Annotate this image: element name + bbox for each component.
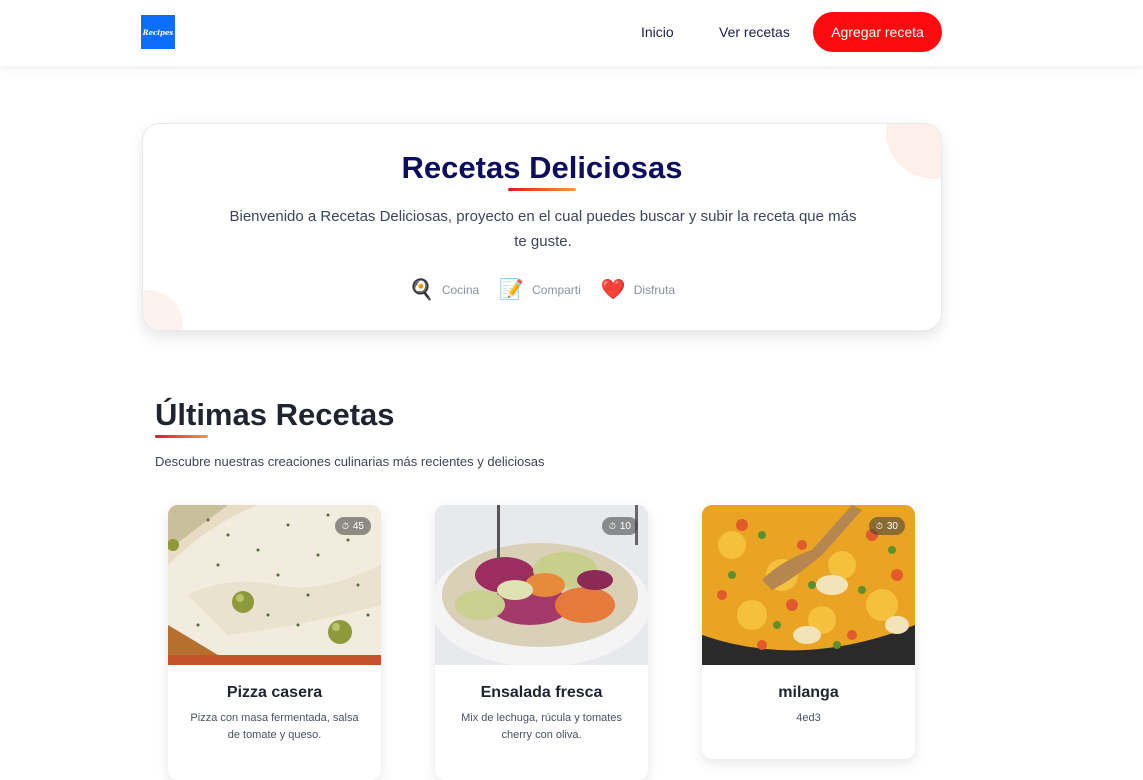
recipe-card[interactable]: ⏱ 45 Pizza casera Pizza con masa ferment…	[168, 505, 381, 780]
recipe-title[interactable]: Ensalada fresca	[435, 684, 648, 702]
memo-icon: 📝	[499, 279, 525, 301]
frying-pan-icon: 🍳	[408, 279, 434, 301]
nav-link-ver-recetas[interactable]: Ver recetas	[719, 24, 790, 40]
feature-disfruta: ❤️ Disfruta	[601, 278, 675, 302]
hero-title: Recetas Deliciosas	[401, 150, 683, 185]
recipe-image-pizza: ⏱ 45	[168, 505, 381, 665]
time-badge: ⏱ 10	[601, 517, 638, 535]
recipe-description: Pizza con masa fermentada, salsa de toma…	[190, 712, 359, 741]
recipe-card[interactable]: ⏱ 10 Ensalada fresca Mix de lechuga, rúc…	[435, 505, 648, 780]
section-subtitle: Descubre nuestras creaciones culinarias …	[155, 454, 545, 469]
recipe-card[interactable]: ⏱ 30 milanga 4ed3	[702, 505, 915, 759]
recipe-title[interactable]: milanga	[702, 684, 915, 702]
hero-description: Bienvenido a Recetas Deliciosas, proyect…	[229, 208, 857, 250]
logo[interactable]: Recipes	[141, 15, 175, 49]
time-value: 30	[886, 520, 898, 532]
feature-label: Cocina	[441, 283, 480, 297]
section-title: Últimas Recetas	[155, 397, 395, 432]
recipe-title[interactable]: Pizza casera	[168, 684, 381, 702]
feature-label: Comparti	[532, 283, 581, 297]
navbar: Recipes Inicio Ver recetas Agregar recet…	[0, 0, 1143, 66]
hero-features: 🍳 Cocina 📝 Comparti ❤️ Disfruta	[143, 278, 941, 302]
time-badge: ⏱ 45	[334, 517, 371, 535]
feature-comparti: 📝 Comparti	[499, 278, 581, 302]
time-value: 45	[352, 520, 364, 532]
clock-icon: ⏱	[341, 520, 349, 531]
recipe-image-milanga: ⏱ 30	[702, 505, 915, 665]
hero-card: Recetas Deliciosas Bienvenido a Recetas …	[142, 123, 942, 331]
add-recipe-button[interactable]: Agregar receta	[813, 12, 942, 52]
recipe-description: Mix de lechuga, rúcula y tomates cherry …	[461, 712, 622, 741]
time-badge: ⏱ 30	[868, 517, 905, 535]
nav-link-inicio[interactable]: Inicio	[641, 24, 674, 40]
title-underline	[508, 188, 576, 191]
clock-icon: ⏱	[875, 520, 883, 531]
clock-icon: ⏱	[608, 520, 616, 531]
recipe-image-salad: ⏱ 10	[435, 505, 648, 665]
time-value: 10	[619, 520, 631, 532]
heart-icon: ❤️	[600, 279, 626, 301]
section-underline	[155, 435, 208, 438]
feature-label: Disfruta	[633, 283, 676, 297]
recipe-description: 4ed3	[796, 712, 821, 724]
feature-cocina: 🍳 Cocina	[409, 278, 479, 302]
